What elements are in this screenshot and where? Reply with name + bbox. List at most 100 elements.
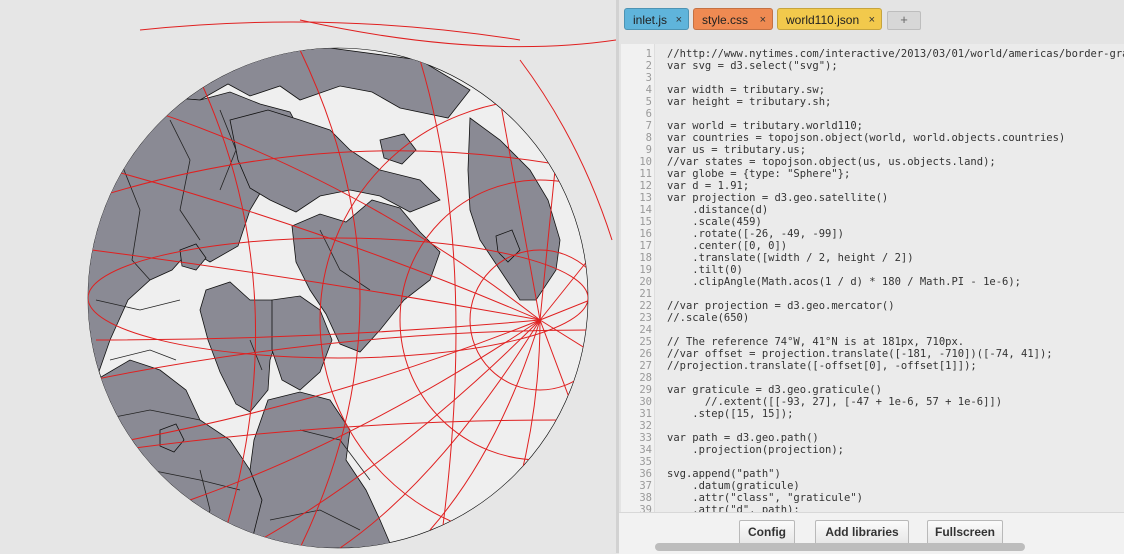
code-line: 15 .scale(459): [621, 216, 1124, 228]
code-line: 30 //.extent([[-93, 27], [-47 + 1e-6, 57…: [621, 396, 1124, 408]
code-line: 33 var path = d3.geo.path(): [621, 432, 1124, 444]
code-line: 19 .tilt(0): [621, 264, 1124, 276]
line-number: 20: [639, 276, 652, 288]
tab-style-css[interactable]: style.css ×: [693, 8, 773, 30]
line-number: 9: [645, 144, 652, 156]
config-button[interactable]: Config: [739, 520, 795, 545]
code-text: .distance(d): [667, 204, 769, 216]
code-line: 38 .attr("class", "graticule"): [621, 492, 1124, 504]
code-editor-pane: inlet.js × style.css × world110.json × +…: [619, 0, 1124, 554]
code-line: 3: [621, 72, 1124, 84]
code-text: .datum(graticule): [667, 480, 800, 492]
line-number: 39: [639, 504, 652, 512]
code-line: 2 var svg = d3.select("svg");: [621, 60, 1124, 72]
code-line: 25 // The reference 74°W, 41°N is at 181p…: [621, 336, 1124, 348]
code-line: 12 var d = 1.91;: [621, 180, 1124, 192]
code-line: 16 .rotate([-26, -49, -99]): [621, 228, 1124, 240]
code-line: 21: [621, 288, 1124, 300]
line-number: 29: [639, 384, 652, 396]
line-number: 19: [639, 264, 652, 276]
code-text: .translate([width / 2, height / 2]): [667, 252, 914, 264]
code-text: //projection.translate([-offset[0], -off…: [667, 360, 977, 372]
line-number: 33: [639, 432, 652, 444]
code-line: 34 .projection(projection);: [621, 444, 1124, 456]
code-text: .attr("class", "graticule"): [667, 492, 863, 504]
code-editor[interactable]: 1 //http://www.nytimes.com/interactive/20…: [621, 44, 1124, 512]
code-text: .attr("d", path);: [667, 504, 800, 512]
code-line: 14 .distance(d): [621, 204, 1124, 216]
line-number: 35: [639, 456, 652, 468]
line-number: 32: [639, 420, 652, 432]
code-text: //http://www.nytimes.com/interactive/201…: [667, 48, 1124, 60]
line-number: 8: [645, 132, 652, 144]
code-line: 8 var countries = topojson.object(world, …: [621, 132, 1124, 144]
code-text: var path = d3.geo.path(): [667, 432, 819, 444]
line-number: 21: [639, 288, 652, 300]
code-text: svg.append("path"): [667, 468, 781, 480]
line-number: 26: [639, 348, 652, 360]
code-text: var width = tributary.sw;: [667, 84, 826, 96]
code-line: 27 //projection.translate([-offset[0], -o…: [621, 360, 1124, 372]
tab-inlet-js[interactable]: inlet.js ×: [624, 8, 689, 30]
line-number: 10: [639, 156, 652, 168]
file-tab-bar: inlet.js × style.css × world110.json × +: [619, 0, 1124, 44]
close-icon[interactable]: ×: [869, 9, 875, 31]
tab-label: inlet.js: [633, 13, 668, 27]
code-line: 20 .clipAngle(Math.acos(1 / d) * 180 / M…: [621, 276, 1124, 288]
code-text: var graticule = d3.geo.graticule(): [667, 384, 882, 396]
code-text: .step([15, 15]);: [667, 408, 794, 420]
fullscreen-button[interactable]: Fullscreen: [927, 520, 1003, 545]
add-tab-button[interactable]: +: [887, 11, 921, 30]
code-line: 28: [621, 372, 1124, 384]
globe-render-pane: [0, 0, 616, 553]
line-number: 38: [639, 492, 652, 504]
code-line: 29 var graticule = d3.geo.graticule(): [621, 384, 1124, 396]
line-number: 23: [639, 312, 652, 324]
line-number: 36: [639, 468, 652, 480]
line-number: 13: [639, 192, 652, 204]
line-number: 12: [639, 180, 652, 192]
code-line: 24: [621, 324, 1124, 336]
code-line: 11 var globe = {type: "Sphere"};: [621, 168, 1124, 180]
line-number: 18: [639, 252, 652, 264]
code-text: .tilt(0): [667, 264, 743, 276]
code-text: .center([0, 0]): [667, 240, 788, 252]
globe-map: [87, 19, 616, 549]
line-number: 15: [639, 216, 652, 228]
code-text: //.scale(650): [667, 312, 750, 324]
code-text: //.extent([[-93, 27], [-47 + 1e-6, 57 + …: [667, 396, 1003, 408]
code-line: 6: [621, 108, 1124, 120]
code-line: 22 //var projection = d3.geo.mercator(): [621, 300, 1124, 312]
line-number: 31: [639, 408, 652, 420]
add-libraries-button[interactable]: Add libraries: [815, 520, 909, 545]
code-text: //var offset = projection.translate([-18…: [667, 348, 1053, 360]
line-number: 4: [645, 84, 652, 96]
code-text: .projection(projection);: [667, 444, 845, 456]
line-number: 30: [639, 396, 652, 408]
close-icon[interactable]: ×: [760, 9, 766, 31]
code-line: 4 var width = tributary.sw;: [621, 84, 1124, 96]
line-number: 37: [639, 480, 652, 492]
horizontal-scrollbar[interactable]: [655, 543, 1025, 551]
code-text: var height = tributary.sh;: [667, 96, 832, 108]
line-number: 24: [639, 324, 652, 336]
code-text: .clipAngle(Math.acos(1 / d) * 180 / Math…: [667, 276, 1022, 288]
line-number: 14: [639, 204, 652, 216]
code-text: var d = 1.91;: [667, 180, 750, 192]
tab-world110-json[interactable]: world110.json ×: [777, 8, 882, 30]
code-line: 39 .attr("d", path);: [621, 504, 1124, 512]
line-number: 6: [645, 108, 652, 120]
code-text: var globe = {type: "Sphere"};: [667, 168, 851, 180]
line-number: 16: [639, 228, 652, 240]
code-text: //var projection = d3.geo.mercator(): [667, 300, 895, 312]
code-line: 35: [621, 456, 1124, 468]
code-line: 7 var world = tributary.world110;: [621, 120, 1124, 132]
code-line: 32: [621, 420, 1124, 432]
line-number: 17: [639, 240, 652, 252]
close-icon[interactable]: ×: [676, 9, 682, 31]
code-text: .rotate([-26, -49, -99]): [667, 228, 845, 240]
line-number: 27: [639, 360, 652, 372]
code-text: var world = tributary.world110;: [667, 120, 863, 132]
tab-label: style.css: [702, 13, 749, 27]
code-line: 37 .datum(graticule): [621, 480, 1124, 492]
